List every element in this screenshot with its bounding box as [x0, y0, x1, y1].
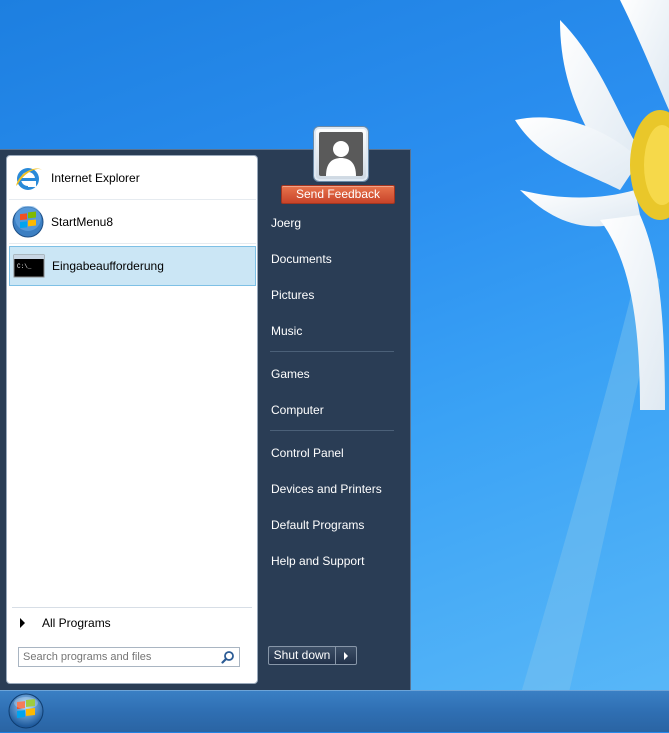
- right-item-computer[interactable]: Computer: [265, 399, 395, 421]
- right-item-user[interactable]: Joerg: [265, 212, 395, 234]
- startmenu8-icon: [12, 204, 44, 238]
- shutdown-button[interactable]: Shut down: [268, 646, 336, 665]
- search-box[interactable]: [18, 647, 240, 667]
- all-programs-label: All Programs: [42, 616, 111, 630]
- all-programs-button[interactable]: All Programs: [16, 615, 111, 631]
- right-pane-separator: [270, 430, 394, 431]
- internet-explorer-icon: [12, 162, 44, 194]
- cmd-prompt-glyph: C:\_: [17, 263, 32, 270]
- right-item-help-and-support[interactable]: Help and Support: [265, 550, 395, 572]
- expand-arrow-icon: [20, 618, 25, 628]
- taskbar: [0, 690, 669, 732]
- program-startmenu8[interactable]: StartMenu8: [9, 200, 256, 244]
- right-item-documents[interactable]: Documents: [265, 248, 395, 270]
- search-icon[interactable]: [221, 650, 235, 664]
- program-label: StartMenu8: [51, 214, 114, 229]
- shutdown-options-arrow-icon[interactable]: [336, 646, 357, 665]
- command-prompt-icon: C:\_: [13, 250, 45, 282]
- right-item-default-programs[interactable]: Default Programs: [265, 514, 395, 536]
- windows-start-orb-icon[interactable]: [7, 692, 45, 730]
- program-eingabeaufforderung[interactable]: C:\_ Eingabeaufforderung: [9, 246, 256, 286]
- right-item-devices-and-printers[interactable]: Devices and Printers: [265, 478, 395, 500]
- search-input[interactable]: [19, 648, 222, 666]
- user-avatar[interactable]: [314, 127, 368, 181]
- right-item-pictures[interactable]: Pictures: [265, 284, 395, 306]
- program-internet-explorer[interactable]: Internet Explorer: [9, 156, 256, 200]
- program-label: Internet Explorer: [51, 170, 140, 185]
- left-pane-separator: [12, 607, 252, 608]
- right-item-music[interactable]: Music: [265, 320, 395, 342]
- right-pane-separator: [270, 351, 394, 352]
- right-item-control-panel[interactable]: Control Panel: [265, 442, 395, 464]
- send-feedback-button[interactable]: Send Feedback: [281, 185, 395, 204]
- start-menu-left-pane: Internet Explorer StartMenu8 C:\_ Eingab…: [6, 155, 258, 684]
- pinned-programs-list: Internet Explorer StartMenu8 C:\_ Eingab…: [9, 156, 256, 286]
- program-label: Eingabeaufforderung: [52, 259, 164, 273]
- shutdown-control: Shut down: [268, 646, 357, 665]
- user-avatar-icon: [319, 132, 363, 176]
- right-item-games[interactable]: Games: [265, 363, 395, 385]
